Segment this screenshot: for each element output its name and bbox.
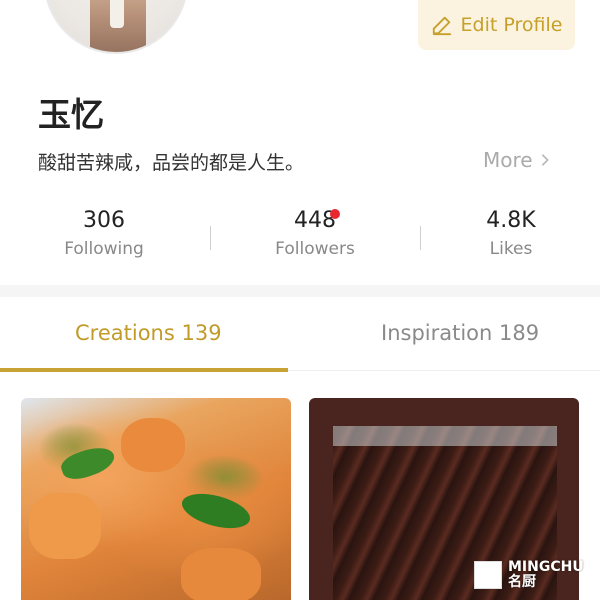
green-pepper — [58, 441, 118, 485]
green-pepper — [178, 487, 254, 535]
stat-following[interactable]: 306 Following — [40, 208, 168, 259]
following-label: Following — [64, 239, 144, 259]
stats-row: 306 Following 448 Followers 4.8K Likes — [0, 208, 600, 278]
likes-count: 4.8K — [486, 208, 536, 233]
active-tab-indicator — [0, 368, 288, 372]
mingchu-watermark: MINGCHU 名厨 — [474, 560, 584, 590]
more-link[interactable]: More — [483, 148, 551, 172]
watermark-logo-icon — [474, 561, 502, 589]
followers-label: Followers — [275, 239, 355, 259]
edit-profile-button[interactable]: Edit Profile — [418, 0, 575, 50]
watermark-line1: MINGCHU — [508, 559, 584, 575]
edit-profile-label: Edit Profile — [460, 14, 563, 36]
avatar-figure-detail — [110, 0, 124, 28]
bio-text: 酸甜苦辣咸，品尝的都是人生。 — [38, 152, 305, 174]
following-count: 306 — [83, 208, 125, 233]
watermark-line2: 名厨 — [508, 574, 536, 590]
username: 玉忆 — [38, 95, 104, 134]
avatar[interactable] — [44, 0, 188, 54]
more-label: More — [483, 148, 533, 172]
stat-divider — [210, 226, 211, 250]
food-chunk — [181, 548, 261, 600]
notification-dot — [330, 209, 340, 219]
food-chunk — [121, 418, 185, 472]
food-chunk — [29, 493, 101, 559]
tab-baseline — [288, 370, 600, 371]
tab-inspiration[interactable]: Inspiration 189 — [381, 321, 539, 345]
stat-likes[interactable]: 4.8K Likes — [452, 208, 570, 259]
plate-edge — [333, 426, 557, 446]
recipe-card-chicken-peppers[interactable] — [21, 398, 291, 600]
watermark-text: MINGCHU 名厨 — [508, 560, 584, 590]
section-separator — [0, 285, 600, 297]
chevron-right-icon — [541, 154, 549, 166]
likes-label: Likes — [489, 239, 533, 259]
tab-creations[interactable]: Creations 139 — [75, 321, 222, 345]
stat-followers[interactable]: 448 Followers — [250, 208, 380, 259]
stat-divider — [420, 226, 421, 250]
followers-count: 448 — [294, 208, 336, 233]
pencil-icon — [432, 16, 451, 36]
